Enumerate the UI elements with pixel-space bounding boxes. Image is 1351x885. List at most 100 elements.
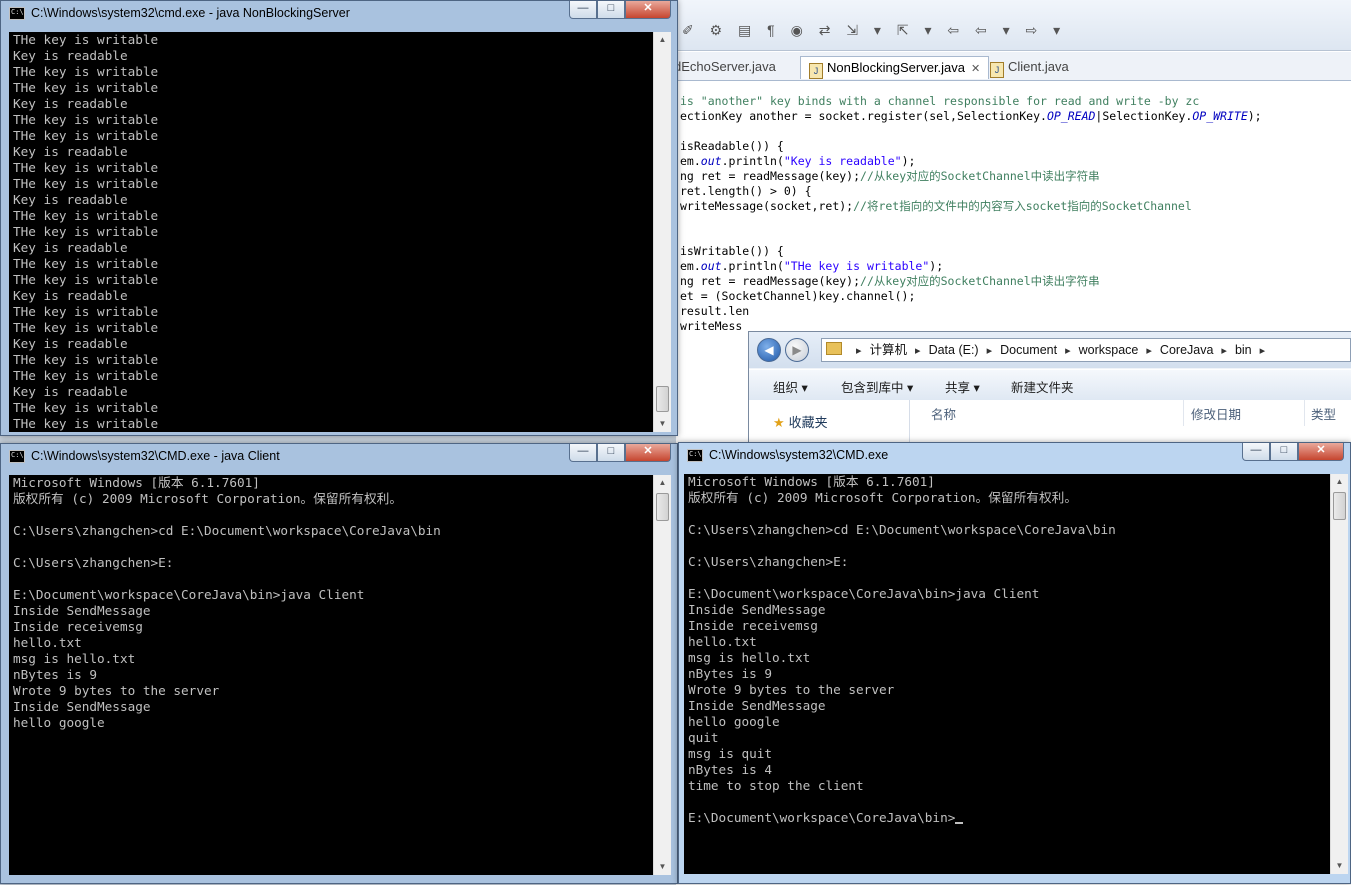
include-in-library-button[interactable]: 包含到库中 ▾ — [841, 377, 913, 396]
column-header-type[interactable]: 类型 — [1311, 404, 1336, 423]
title-bar[interactable]: C:\Windows\system32\CMD.exe - java Clien… — [1, 444, 677, 470]
title-bar[interactable]: C:\Windows\system32\CMD.exe —□✕ — [679, 443, 1350, 469]
share-button[interactable]: 共享 ▾ — [945, 377, 980, 396]
console-line: Wrote 9 bytes to the server — [13, 683, 220, 698]
console-line: Inside SendMessage — [688, 602, 826, 617]
tab-nonblocking-server[interactable]: J NonBlockingServer.java ✕ — [800, 56, 990, 79]
forward-arrow-icon[interactable]: ▶ — [785, 338, 809, 362]
code-token: is "another" key binds with a channel re… — [680, 94, 1200, 108]
code-token: writeMessage(socket,ret); — [680, 199, 854, 213]
console-line: hello.txt — [13, 635, 82, 650]
scroll-down-icon[interactable]: ▼ — [654, 416, 671, 432]
vertical-scrollbar[interactable]: ▲ ▼ — [1330, 474, 1348, 874]
favorites-item[interactable]: ★ 收藏夹 — [773, 412, 828, 431]
scroll-thumb[interactable] — [1333, 492, 1346, 520]
cmd-icon — [9, 7, 25, 20]
back-arrow-icon[interactable]: ◀ — [757, 338, 781, 362]
star-icon: ★ — [773, 415, 785, 430]
code-line: ng ret = readMessage(key);//从key对应的Socke… — [680, 274, 1350, 289]
organize-button[interactable]: 组织 ▾ — [773, 377, 808, 396]
console-line: Microsoft Windows [版本 6.1.7601] — [13, 475, 260, 490]
code-line: isReadable()) { — [680, 139, 1350, 154]
window-title: C:\Windows\system32\cmd.exe - java NonBl… — [31, 6, 350, 20]
column-header-name[interactable]: 名称 — [931, 404, 956, 423]
console-line: msg is hello.txt — [13, 651, 136, 666]
console-line: nBytes is 9 — [688, 666, 773, 681]
scroll-down-icon[interactable]: ▼ — [1331, 858, 1348, 874]
code-line: em.out.println("Key is readable"); — [680, 154, 1350, 169]
code-token: //将ret指向的文件中的内容写入socket指向的SocketChannel — [853, 199, 1192, 213]
scroll-down-icon[interactable]: ▼ — [654, 859, 671, 875]
console-line: E:\Document\workspace\CoreJava\bin>java … — [688, 586, 1040, 601]
editor-tabs: dEchoServer.java J NonBlockingServer.java… — [674, 52, 1351, 81]
breadcrumb-item[interactable]: Document — [1000, 343, 1057, 357]
tab-echo-server[interactable]: dEchoServer.java — [674, 56, 776, 78]
breadcrumb-item[interactable]: 计算机 — [870, 343, 908, 357]
minimize-button[interactable]: — — [569, 1, 597, 19]
console-output[interactable]: THe key is writable Key is readable THe ke… — [9, 32, 657, 432]
maximize-button[interactable]: □ — [597, 444, 625, 462]
cmd-icon — [9, 450, 25, 463]
title-bar[interactable]: C:\Windows\system32\cmd.exe - java NonBl… — [1, 1, 677, 27]
window-title: C:\Windows\system32\CMD.exe — [709, 448, 889, 462]
console-line: C:\Users\zhangchen>cd E:\Document\worksp… — [688, 522, 1116, 537]
folder-icon — [826, 342, 842, 355]
breadcrumb-item[interactable]: CoreJava — [1160, 343, 1214, 357]
console-output[interactable]: Microsoft Windows [版本 6.1.7601] 版权所有 (c) … — [9, 475, 657, 875]
vertical-scrollbar[interactable]: ▲ ▼ — [653, 32, 671, 432]
explorer-command-bar: 组织 ▾ 包含到库中 ▾ 共享 ▾ 新建文件夹 — [749, 369, 1351, 401]
scroll-up-icon[interactable]: ▲ — [654, 32, 671, 48]
code-editor[interactable]: is "another" key binds with a channel re… — [680, 94, 1350, 334]
console-line: Key is readable — [13, 96, 128, 111]
maximize-button[interactable]: □ — [597, 1, 625, 19]
console-line: Key is readable — [13, 48, 128, 63]
console-line: THe key is writable — [13, 416, 159, 431]
console-line: THe key is writable — [13, 128, 159, 143]
maximize-button[interactable]: □ — [1270, 443, 1298, 461]
console-line: C:\Users\zhangchen>E: — [13, 555, 174, 570]
minimize-button[interactable]: — — [569, 444, 597, 462]
console-line: THe key is writable — [13, 368, 159, 383]
console-line: THe key is writable — [13, 112, 159, 127]
breadcrumb-item[interactable]: bin — [1235, 343, 1252, 357]
vertical-scrollbar[interactable]: ▲ ▼ — [653, 475, 671, 875]
scroll-thumb[interactable] — [656, 493, 669, 521]
code-line: isWritable()) { — [680, 244, 1350, 259]
minimize-button[interactable]: — — [1242, 443, 1270, 461]
console-line: Key is readable — [13, 240, 128, 255]
console-line: THe key is writable — [13, 224, 159, 239]
close-button[interactable]: ✕ — [1298, 443, 1344, 461]
code-token: out — [700, 259, 722, 273]
breadcrumb-item[interactable]: Data (E:) — [929, 343, 979, 357]
code-line: ret.length() > 0) { — [680, 184, 1350, 199]
console-line: hello.txt — [688, 634, 757, 649]
tab-client[interactable]: J Client.java — [990, 56, 1069, 78]
console-line: THe key is writable — [13, 352, 159, 367]
toolbar-icons[interactable]: ✐ ⚙ ▤ ¶ ◉ ⇄ ⇲ ▾ ⇱ ▾ ⇦ ⇦ ▾ ⇨ ▾ — [682, 22, 1066, 39]
window-title: C:\Windows\system32\CMD.exe - java Clien… — [31, 449, 280, 463]
code-token: //从key对应的SocketChannel中读出字符串 — [860, 169, 1100, 183]
scroll-up-icon[interactable]: ▲ — [1331, 474, 1348, 490]
console-output[interactable]: Microsoft Windows [版本 6.1.7601] 版权所有 (c) … — [684, 474, 1330, 874]
console-line: quit — [688, 730, 719, 745]
breadcrumb-item[interactable]: workspace — [1079, 343, 1139, 357]
scroll-up-icon[interactable]: ▲ — [654, 475, 671, 491]
console-line: THe key is writable — [13, 80, 159, 95]
console-line: Inside SendMessage — [688, 698, 826, 713]
column-header-modified[interactable]: 修改日期 — [1191, 404, 1241, 423]
console-line: Inside SendMessage — [13, 699, 151, 714]
close-button[interactable]: ✕ — [625, 1, 671, 19]
scroll-thumb[interactable] — [656, 386, 669, 412]
console-line: Key is readable — [13, 288, 128, 303]
tab-close-icon[interactable]: ✕ — [971, 63, 980, 75]
console-line: C:\Users\zhangchen>E: — [688, 554, 849, 569]
close-button[interactable]: ✕ — [625, 444, 671, 462]
breadcrumb[interactable]: ▸ 计算机 ▸ Data (E:) ▸ Document ▸ workspace ▸ CoreJa… — [821, 338, 1351, 362]
console-line: THe key is writable — [13, 208, 159, 223]
console-line: THe key is writable — [13, 176, 159, 191]
new-folder-button[interactable]: 新建文件夹 — [1011, 377, 1074, 396]
